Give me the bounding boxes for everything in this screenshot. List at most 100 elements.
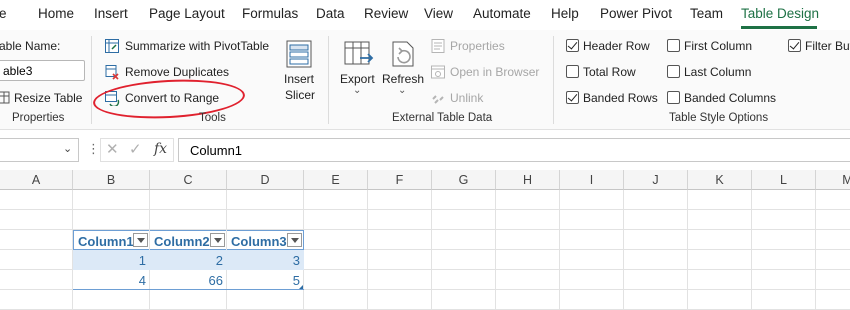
column-header-g[interactable]: G — [432, 170, 496, 190]
tab-home[interactable]: Home — [38, 6, 74, 21]
tab-help[interactable]: Help — [551, 6, 579, 21]
browser-icon — [431, 65, 445, 79]
gridline — [815, 190, 816, 310]
ribbon-tab-bar: e Home Insert Page Layout Formulas Data … — [0, 0, 850, 30]
tab-review[interactable]: Review — [364, 6, 408, 21]
filter-dropdown-icon[interactable] — [210, 233, 225, 247]
tab-team[interactable]: Team — [690, 6, 723, 21]
refresh-chevron-icon: ⌄ — [398, 85, 407, 96]
table-cell[interactable]: 5 — [227, 270, 304, 290]
column-header-b[interactable]: B — [73, 170, 150, 190]
last-column-checkbox[interactable] — [667, 65, 680, 78]
banded-rows-checkbox[interactable] — [566, 91, 579, 104]
filter-dropdown-icon[interactable] — [287, 233, 302, 247]
tab-automate[interactable]: Automate — [473, 6, 531, 21]
resize-table-label: Resize Table — [14, 91, 83, 105]
slicer-icon — [286, 40, 312, 68]
resize-table-icon — [0, 91, 10, 104]
export-chevron-icon: ⌄ — [353, 85, 362, 96]
gridline — [431, 190, 432, 310]
remove-duplicates-label: Remove Duplicates — [125, 65, 230, 79]
unlink-label: Unlink — [450, 91, 484, 105]
gridline — [367, 190, 368, 310]
table-resize-handle[interactable] — [299, 285, 303, 289]
column-header-e[interactable]: E — [304, 170, 368, 190]
refresh-label: Refresh — [382, 72, 425, 86]
cancel-icon[interactable]: ✕ — [106, 140, 119, 158]
column-header-d[interactable]: D — [227, 170, 304, 190]
formula-input[interactable] — [178, 138, 850, 162]
resize-table-button[interactable]: Resize Table — [0, 89, 98, 107]
tab-file[interactable]: e — [0, 6, 7, 21]
gridline — [751, 190, 752, 310]
remove-duplicates-button[interactable]: Remove Duplicates — [104, 63, 234, 81]
tab-view[interactable]: View — [424, 6, 453, 21]
insert-function-icon[interactable]: fx — [154, 141, 167, 157]
convert-to-range-label: Convert to Range — [125, 91, 220, 105]
confirm-icon[interactable]: ✓ — [129, 140, 142, 158]
table-cell[interactable]: 1 — [73, 250, 150, 270]
total-row-label: Total Row — [583, 65, 636, 79]
column-header-l[interactable]: L — [752, 170, 816, 190]
refresh-button[interactable]: Refresh ⌄ — [381, 37, 425, 101]
column-header-i[interactable]: I — [560, 170, 624, 190]
tab-data[interactable]: Data — [316, 6, 345, 21]
column-header-h[interactable]: H — [496, 170, 560, 190]
filter-dropdown-icon[interactable] — [133, 233, 148, 247]
column-header-a[interactable]: A — [0, 170, 73, 190]
unlink-icon — [432, 95, 444, 104]
table-cell[interactable]: 2 — [150, 250, 227, 270]
column-header-c[interactable]: C — [150, 170, 227, 190]
convert-to-range-button[interactable]: Convert to Range — [104, 89, 224, 107]
external-data-group-label: External Table Data — [392, 112, 493, 124]
properties-label: Properties — [450, 39, 505, 53]
group-divider — [553, 36, 554, 124]
insert-slicer-button[interactable]: Insert Slicer — [278, 37, 322, 107]
unlink-button[interactable]: Unlink — [430, 89, 510, 107]
filter-button-checkbox[interactable] — [788, 39, 801, 52]
gridline — [687, 190, 688, 310]
tab-formulas[interactable]: Formulas — [242, 6, 298, 21]
group-divider — [91, 36, 92, 124]
first-column-checkbox[interactable] — [667, 39, 680, 52]
table-cell[interactable]: 4 — [73, 270, 150, 290]
column-header-f[interactable]: F — [368, 170, 432, 190]
gridline — [495, 190, 496, 310]
total-row-checkbox[interactable] — [566, 65, 579, 78]
tab-page-layout[interactable]: Page Layout — [149, 6, 225, 21]
tab-table-design[interactable]: Table Design — [741, 6, 819, 21]
column-header-m[interactable]: M — [816, 170, 850, 190]
last-column-label: Last Column — [684, 65, 752, 79]
table-name-label: able Name: — [0, 39, 61, 53]
banded-columns-checkbox[interactable] — [667, 91, 680, 104]
column-header-j[interactable]: J — [624, 170, 688, 190]
more-options-icon[interactable]: ⋮ — [87, 141, 100, 157]
table-name-input[interactable] — [0, 60, 85, 81]
banded-rows-label: Banded Rows — [583, 91, 658, 105]
properties-icon — [431, 39, 445, 53]
open-in-browser-button[interactable]: Open in Browser — [430, 63, 545, 81]
summarize-pivot-button[interactable]: Summarize with PivotTable — [104, 37, 274, 55]
export-label: Export — [340, 72, 375, 86]
banded-columns-label: Banded Columns — [684, 91, 777, 105]
name-box-chevron-icon[interactable]: ⌄ — [63, 142, 72, 155]
export-button[interactable]: Export ⌄ — [338, 37, 380, 101]
summarize-pivot-label: Summarize with PivotTable — [125, 39, 270, 53]
insert-slicer-label-1: Insert — [284, 72, 315, 86]
name-box[interactable]: ⌄ — [0, 138, 79, 162]
tab-power-pivot[interactable]: Power Pivot — [600, 6, 672, 21]
column-header-k[interactable]: K — [688, 170, 752, 190]
convert-to-range-icon — [105, 91, 120, 106]
open-in-browser-label: Open in Browser — [450, 65, 540, 79]
export-icon — [344, 41, 374, 65]
gridline — [559, 190, 560, 310]
tab-insert[interactable]: Insert — [94, 6, 128, 21]
table-style-options-group-label: Table Style Options — [669, 112, 769, 124]
header-row-checkbox[interactable] — [566, 39, 579, 52]
first-column-label: First Column — [684, 39, 753, 53]
active-tab-indicator — [741, 26, 817, 29]
properties-button[interactable]: Properties — [430, 37, 540, 55]
table-cell[interactable]: 66 — [150, 270, 227, 290]
gridline — [0, 209, 850, 210]
table-cell[interactable]: 3 — [227, 250, 304, 270]
